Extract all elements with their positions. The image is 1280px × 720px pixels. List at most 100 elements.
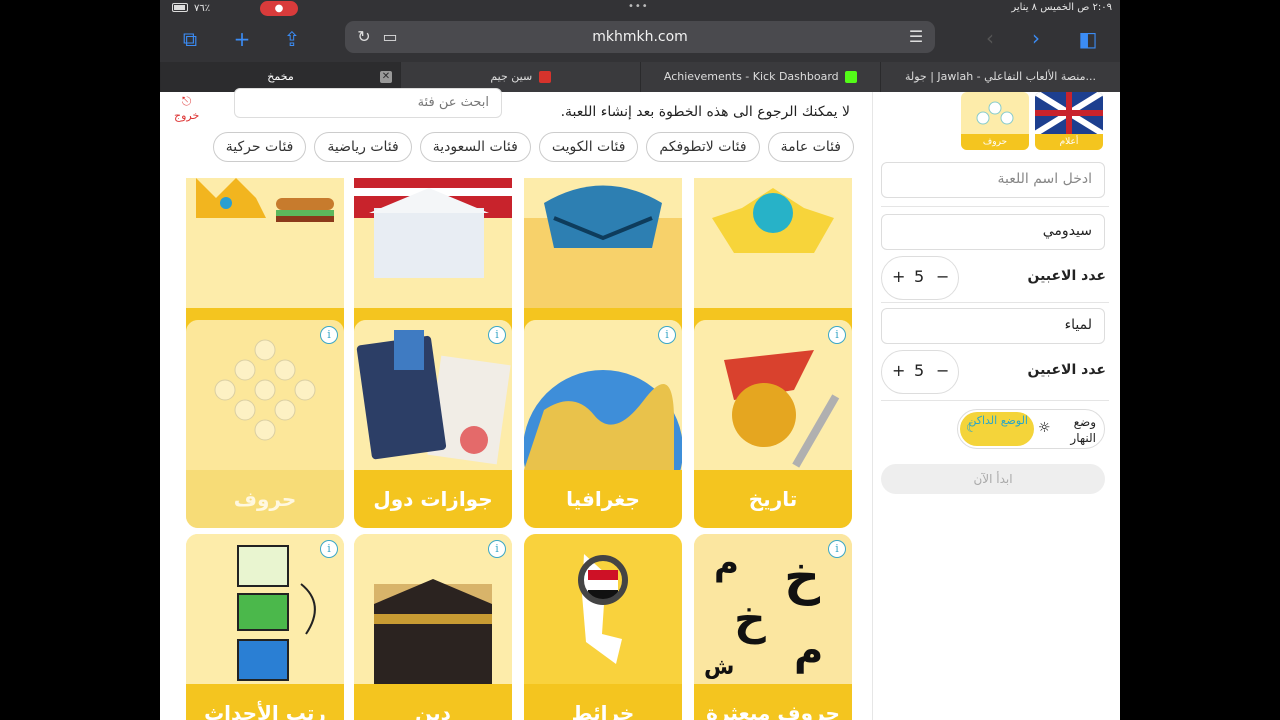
filter-sports[interactable]: فئات رياضية — [314, 132, 412, 162]
selected-category-card[interactable]: حروف — [961, 92, 1029, 150]
status-bar: ٧٦٪ ● ••• ٢:٠٩ ص الخميس ٨ يناير — [160, 0, 1120, 18]
category-label: حروف مبعثرة — [694, 684, 852, 720]
status-clock: ٢:٠٩ ص الخميس ٨ يناير — [1011, 2, 1112, 13]
ipad-screen: ٧٦٪ ● ••• ٢:٠٩ ص الخميس ٨ يناير ⧉ + ⇪ ↻ … — [160, 0, 1120, 720]
day-mode-option[interactable]: وضع النهار — [1056, 414, 1096, 446]
decrement-icon[interactable]: − — [936, 361, 949, 380]
category-card[interactable]: جغرافيا i — [524, 320, 682, 528]
category-image: مخخمش — [694, 534, 852, 684]
category-label: رتب الأحداث — [186, 684, 344, 720]
page-settings-icon[interactable]: ▭ — [379, 21, 401, 53]
category-image — [524, 534, 682, 684]
svg-text:خ: خ — [784, 548, 820, 606]
reload-icon[interactable]: ↻ — [353, 21, 375, 53]
category-filter-row: فئات عامة فئات لاتطوفكم فئات الكويت فئات… — [174, 132, 854, 166]
info-icon[interactable]: i — [488, 326, 506, 344]
category-image — [354, 534, 512, 684]
page-content: ⎋ خروج ابحث عن فئة لا يمكنك الرجوع الى ه… — [160, 88, 1120, 720]
battery-icon — [172, 3, 188, 12]
category-card[interactable]: حروف i — [186, 320, 344, 528]
close-tab-icon[interactable]: ✕ — [380, 71, 392, 83]
address-bar[interactable]: ↻ ▭ mkhmkh.com ☰ — [345, 21, 935, 53]
info-icon[interactable]: i — [320, 326, 338, 344]
warning-text: لا يمكنك الرجوع الى هذه الخطوة بعد إنشاء… — [560, 104, 850, 120]
tabs-overview-icon[interactable]: ⧉ — [176, 26, 204, 52]
divider — [881, 400, 1109, 401]
team1-players-value: 5 — [914, 267, 925, 286]
team2-players-stepper[interactable]: + 5 − — [881, 350, 959, 394]
category-image — [354, 320, 512, 470]
info-icon[interactable]: i — [658, 326, 676, 344]
team2-players-label: عدد الاعبين — [1027, 362, 1106, 378]
increment-icon[interactable]: + — [892, 267, 905, 286]
kick-favicon-icon — [845, 71, 858, 83]
info-icon[interactable]: i — [320, 540, 338, 558]
info-icon[interactable]: i — [828, 540, 846, 558]
tab-jawlah[interactable]: جولة | Jawlah - منصة الألعاب التفاعلي... — [880, 62, 1120, 92]
start-button[interactable]: ابدأ الآن — [881, 464, 1105, 494]
selected-category-label: حروف — [961, 134, 1029, 150]
dark-mode-option[interactable]: الوضع الداكن ☾ — [960, 412, 1034, 446]
theme-toggle[interactable]: الوضع الداكن ☾ وضع النهار ☼ — [957, 409, 1105, 449]
browser-toolbar: ⧉ + ⇪ ↻ ▭ mkhmkh.com ☰ ‹ › ◧ — [160, 18, 1120, 62]
svg-text:ش: ش — [704, 655, 734, 680]
category-label: جوازات دول — [354, 470, 512, 528]
forward-icon[interactable]: › — [1032, 26, 1040, 50]
category-image — [186, 320, 344, 470]
tab-label: Achievements - Kick Dashboard — [663, 70, 839, 83]
info-icon[interactable]: i — [488, 540, 506, 558]
category-card[interactable]: مخخمش حروف مبعثرة i — [694, 534, 852, 720]
category-card[interactable]: خرائط — [524, 534, 682, 720]
url-text: mkhmkh.com — [592, 29, 688, 45]
category-label: خرائط — [524, 684, 682, 720]
category-image — [694, 320, 852, 470]
team2-name-input[interactable]: لمياء — [881, 308, 1105, 344]
category-card[interactable]: دين i — [354, 534, 512, 720]
tab-kick-dashboard[interactable]: Achievements - Kick Dashboard — [640, 62, 880, 92]
category-grid: الجواب كلمتين القرآن الكريم الولايات الم… — [186, 178, 856, 720]
sidebar-icon[interactable]: ◧ — [1074, 26, 1102, 52]
tab-label: سين جيم — [490, 70, 533, 83]
selected-category-label: أعلام — [1035, 134, 1103, 150]
category-card[interactable]: جوازات دول i — [354, 320, 512, 528]
day-mode-label: وضع النهار — [1070, 415, 1096, 445]
multitask-dots-icon[interactable]: ••• — [628, 1, 649, 12]
filter-movement[interactable]: فئات حركية — [212, 132, 307, 162]
filter-general[interactable]: فئات عامة — [767, 132, 854, 162]
decrement-icon[interactable]: − — [936, 267, 949, 286]
category-image — [524, 178, 682, 308]
team2-players-value: 5 — [914, 361, 925, 380]
game-name-input[interactable]: ادخل اسم اللعبة — [881, 162, 1105, 198]
team1-name-input[interactable]: سيدومي — [881, 214, 1105, 250]
team1-players-label: عدد الاعبين — [1027, 268, 1106, 284]
filter-latatofkom[interactable]: فئات لاتطوفكم — [646, 132, 760, 162]
category-image — [524, 320, 682, 528]
category-card[interactable]: تاريخ i — [694, 320, 852, 528]
category-label: تاريخ — [694, 470, 852, 528]
divider — [881, 206, 1109, 207]
tab-label: مخمخ — [267, 70, 294, 83]
share-icon[interactable]: ⇪ — [278, 26, 306, 52]
increment-icon[interactable]: + — [892, 361, 905, 380]
info-icon[interactable]: i — [828, 326, 846, 344]
category-search-input[interactable]: ابحث عن فئة — [234, 88, 502, 118]
exit-label: خروج — [174, 109, 200, 122]
exit-icon: ⎋ — [181, 94, 192, 108]
exit-button[interactable]: ⎋ خروج — [174, 94, 199, 122]
new-tab-icon[interactable]: + — [228, 26, 256, 52]
reader-icon[interactable]: ☰ — [905, 21, 927, 53]
sun-icon: ☼ — [1038, 420, 1051, 436]
filter-kuwait[interactable]: فئات الكويت — [538, 132, 639, 162]
screen-record-icon: ● — [260, 1, 298, 16]
svg-text:خ: خ — [734, 594, 766, 645]
team1-players-stepper[interactable]: + 5 − — [881, 256, 959, 300]
tab-label: جولة | Jawlah - منصة الألعاب التفاعلي... — [904, 70, 1096, 83]
back-icon[interactable]: ‹ — [986, 26, 994, 50]
svg-text:م: م — [794, 628, 823, 674]
selected-category-card[interactable]: أعلام — [1035, 92, 1103, 150]
filter-saudi[interactable]: فئات السعودية — [419, 132, 531, 162]
category-label: دين — [354, 684, 512, 720]
category-card[interactable]: رتب الأحداث i — [186, 534, 344, 720]
category-label: جغرافيا — [524, 470, 682, 528]
game-settings-panel: حروف أعلام ادخل اسم اللعبة سيدومي عدد ال… — [872, 92, 1120, 720]
